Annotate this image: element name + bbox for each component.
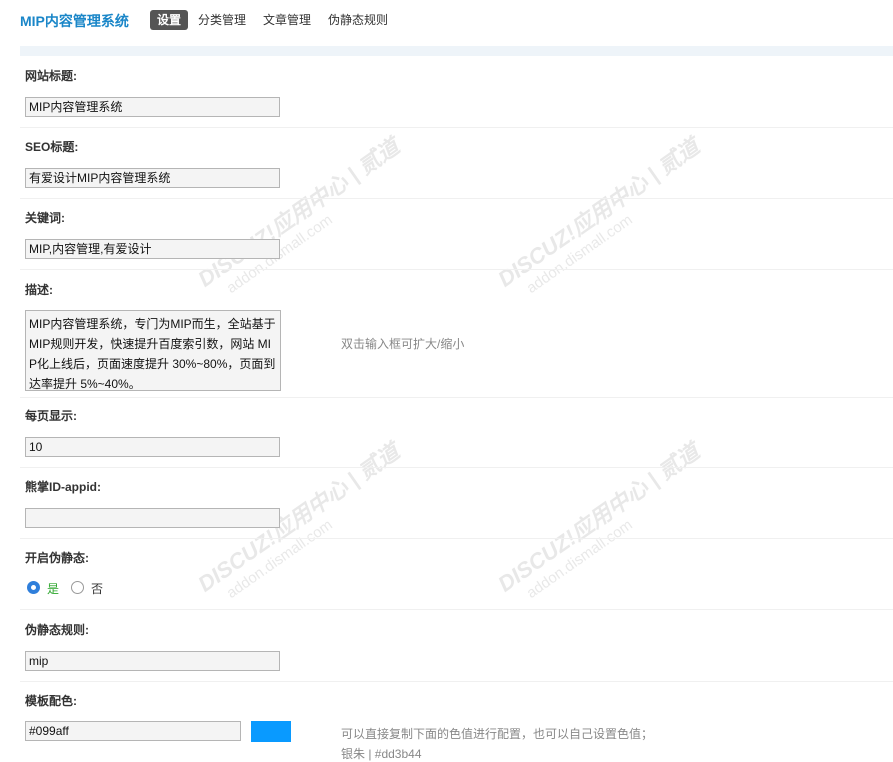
description-label: 描述: bbox=[25, 283, 53, 297]
watermark: DISCUZ!应用中心 | 贰道 addon.dismall.com bbox=[490, 429, 729, 622]
divider bbox=[20, 397, 893, 398]
rewrite-yes-label[interactable]: 是 bbox=[47, 580, 59, 597]
rewrite-rule-input[interactable]: mip bbox=[25, 651, 280, 671]
rewrite-enable-label: 开启伪静态: bbox=[25, 551, 89, 565]
theme-color-hint: 可以直接复制下面的色值进行配置，也可以自己设置色值； bbox=[341, 727, 654, 741]
divider bbox=[20, 198, 893, 199]
watermark: DISCUZ!应用中心 | 贰道 addon.dismall.com bbox=[490, 124, 729, 317]
section-header-bar bbox=[20, 46, 893, 56]
theme-color-example: 银朱 | #dd3b44 bbox=[341, 747, 422, 761]
divider bbox=[20, 467, 893, 468]
watermark-line1: DISCUZ!应用中心 | 贰道 bbox=[493, 133, 704, 292]
nav-tab-categories[interactable]: 分类管理 bbox=[198, 10, 246, 30]
divider bbox=[20, 681, 893, 682]
appid-input[interactable] bbox=[25, 508, 280, 528]
theme-color-input[interactable]: #099aff bbox=[25, 721, 241, 741]
brand-title[interactable]: MIP内容管理系统 bbox=[20, 11, 129, 31]
watermark-line1: DISCUZ!应用中心 | 贰道 bbox=[193, 133, 404, 292]
watermark-line1: DISCUZ!应用中心 | 贰道 bbox=[493, 438, 704, 597]
divider bbox=[20, 127, 893, 128]
watermark: DISCUZ!应用中心 | 贰道 addon.dismall.com bbox=[190, 124, 429, 317]
color-swatch[interactable] bbox=[251, 721, 291, 742]
divider bbox=[20, 269, 893, 270]
keywords-label: 关键词: bbox=[25, 211, 65, 225]
rewrite-no-label[interactable]: 否 bbox=[91, 580, 103, 597]
appid-label: 熊掌ID-appid: bbox=[25, 480, 101, 494]
seo-title-input[interactable]: 有爱设计MIP内容管理系统 bbox=[25, 168, 280, 188]
description-hint: 双击输入框可扩大/缩小 bbox=[341, 337, 465, 351]
keywords-input[interactable]: MIP,内容管理,有爱设计 bbox=[25, 239, 280, 259]
site-title-input[interactable]: MIP内容管理系统 bbox=[25, 97, 280, 117]
theme-color-label: 模板配色: bbox=[25, 694, 77, 708]
divider bbox=[20, 609, 893, 610]
description-textarea[interactable]: MIP内容管理系统，专门为MIP而生，全站基于MIP规则开发，快速提升百度索引数… bbox=[25, 310, 281, 391]
seo-title-label: SEO标题: bbox=[25, 140, 79, 154]
nav-tab-articles[interactable]: 文章管理 bbox=[263, 10, 311, 30]
nav-tab-settings[interactable]: 设置 bbox=[150, 10, 189, 30]
divider bbox=[20, 538, 893, 539]
rewrite-yes-radio[interactable] bbox=[27, 581, 40, 594]
per-page-input[interactable]: 10 bbox=[25, 437, 280, 457]
rewrite-no-radio[interactable] bbox=[71, 581, 84, 594]
nav-tab-rewrite-rules[interactable]: 伪静态规则 bbox=[328, 10, 388, 30]
site-title-label: 网站标题: bbox=[25, 69, 77, 83]
per-page-label: 每页显示: bbox=[25, 409, 77, 423]
top-navigation: MIP内容管理系统 设置 分类管理 文章管理 伪静态规则 bbox=[0, 0, 893, 40]
rewrite-rule-label: 伪静态规则: bbox=[25, 623, 89, 637]
